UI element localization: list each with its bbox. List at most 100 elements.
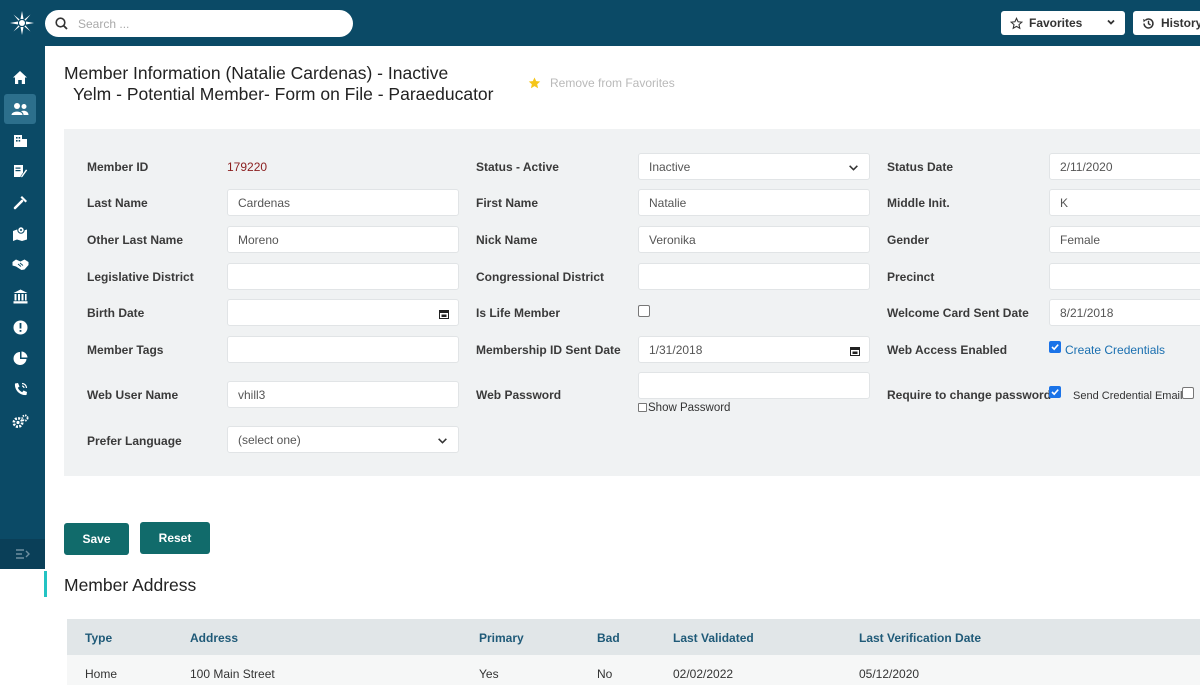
status-select[interactable]: Inactive xyxy=(638,153,870,180)
legislative-district-label: Legislative District xyxy=(87,270,194,284)
search-box[interactable] xyxy=(45,10,353,37)
show-password-label: Show Password xyxy=(648,402,731,414)
page-title: Member Information (Natalie Cardenas) - … xyxy=(64,63,494,105)
members-icon[interactable] xyxy=(4,94,36,124)
cell-type: Home xyxy=(85,667,118,681)
favorites-label: Favorites xyxy=(1029,16,1083,30)
favorites-button[interactable]: Favorites xyxy=(1001,11,1125,35)
create-credentials-link[interactable]: Create Credentials xyxy=(1065,343,1165,357)
cell-address: 100 Main Street xyxy=(190,667,275,681)
column-header-primary[interactable]: Primary xyxy=(479,631,524,645)
membership-id-sent-date-value: 1/31/2018 xyxy=(649,342,703,357)
chevron-down-icon xyxy=(438,438,447,444)
search-icon xyxy=(55,17,68,30)
status-date-field[interactable]: 2/11/2020 xyxy=(1049,153,1200,180)
section-accent-bar xyxy=(44,571,47,597)
building-icon[interactable] xyxy=(4,125,36,155)
last-name-field[interactable]: Cardenas xyxy=(227,189,459,216)
nick-name-label: Nick Name xyxy=(476,233,538,247)
page-title-line2: Yelm - Potential Member- Form on File - … xyxy=(73,84,494,104)
chevron-down-icon xyxy=(849,165,858,171)
alert-icon[interactable] xyxy=(4,312,36,342)
calendar-icon[interactable] xyxy=(850,346,860,356)
membership-id-sent-label: Membership ID Sent Date xyxy=(476,343,621,357)
handshake-icon[interactable] xyxy=(4,249,36,279)
settings-icon[interactable] xyxy=(4,406,36,436)
require-change-checkbox[interactable] xyxy=(1049,386,1061,398)
show-password-checkbox[interactable] xyxy=(638,403,647,412)
congressional-district-label: Congressional District xyxy=(476,270,605,284)
history-button[interactable]: History xyxy=(1133,11,1200,35)
app-logo-icon[interactable] xyxy=(8,9,36,37)
last-name-label: Last Name xyxy=(87,196,148,210)
prefer-language-label: Prefer Language xyxy=(87,434,182,448)
remove-favorites-label: Remove from Favorites xyxy=(550,76,675,90)
web-user-name-field[interactable]: vhill3 xyxy=(227,381,459,408)
first-name-field[interactable]: Natalie xyxy=(638,189,870,216)
save-button[interactable]: Save xyxy=(64,523,129,555)
membership-id-sent-date-field[interactable]: 1/31/2018 xyxy=(638,336,870,363)
star-outline-icon xyxy=(1010,16,1023,29)
history-icon xyxy=(1143,17,1154,29)
bank-icon[interactable] xyxy=(4,281,36,311)
column-header-last-validated[interactable]: Last Validated xyxy=(673,631,754,645)
congressional-district-field[interactable] xyxy=(638,263,870,290)
member-id-label: Member ID xyxy=(87,160,149,174)
member-id-value: 179220 xyxy=(227,160,268,174)
checkmark-icon xyxy=(1051,344,1059,351)
prefer-language-select[interactable]: (select one) xyxy=(227,426,459,453)
precinct-field[interactable] xyxy=(1049,263,1200,290)
web-user-name-value: vhill3 xyxy=(238,387,266,402)
status-date-value: 2/11/2020 xyxy=(1060,159,1113,174)
member-tags-field[interactable] xyxy=(227,336,459,363)
middle-init-label: Middle Init. xyxy=(887,196,950,210)
status-date-label: Status Date xyxy=(887,160,954,174)
column-header-bad[interactable]: Bad xyxy=(597,631,620,645)
search-input[interactable] xyxy=(76,15,316,32)
birth-date-field[interactable] xyxy=(227,299,459,326)
column-header-address[interactable]: Address xyxy=(190,631,238,645)
web-user-name-label: Web User Name xyxy=(87,388,179,402)
web-password-field[interactable] xyxy=(638,372,870,399)
column-header-last-verification-date[interactable]: Last Verification Date xyxy=(859,631,981,645)
other-last-name-value: Moreno xyxy=(238,232,279,247)
cell-last-verification-date: 05/12/2020 xyxy=(859,667,920,681)
map-icon[interactable] xyxy=(4,218,36,248)
page-title-line1: Member Information (Natalie Cardenas) - … xyxy=(64,63,449,83)
tools-icon[interactable] xyxy=(4,187,36,217)
welcome-card-date-field[interactable]: 8/21/2018 xyxy=(1049,299,1200,326)
edit-document-icon[interactable] xyxy=(4,156,36,186)
remove-from-favorites-link[interactable]: Remove from Favorites xyxy=(527,76,675,90)
calendar-icon[interactable] xyxy=(439,309,449,319)
precinct-label: Precinct xyxy=(887,270,935,284)
nick-name-field[interactable]: Veronika xyxy=(638,226,870,253)
gender-field[interactable]: Female xyxy=(1049,226,1200,253)
other-last-name-label: Other Last Name xyxy=(87,233,184,247)
collapse-menu-icon[interactable] xyxy=(0,539,45,569)
web-access-checkbox[interactable] xyxy=(1049,341,1061,353)
member-address-title: Member Address xyxy=(64,575,197,595)
table-row[interactable]: Home 100 Main Street Yes No 02/02/2022 0… xyxy=(67,655,1200,685)
home-icon[interactable] xyxy=(4,62,36,92)
chevron-down-icon xyxy=(1107,19,1115,25)
member-form-panel: Member ID 179220 Last Name Cardenas Othe… xyxy=(64,129,1200,476)
other-last-name-field[interactable]: Moreno xyxy=(227,226,459,253)
middle-init-value: K xyxy=(1060,195,1069,210)
middle-init-field[interactable]: K xyxy=(1049,189,1200,216)
pie-chart-icon[interactable] xyxy=(4,343,36,373)
prefer-language-value: (select one) xyxy=(238,432,301,447)
welcome-card-date-value: 8/21/2018 xyxy=(1060,305,1114,320)
reset-button[interactable]: Reset xyxy=(140,522,210,554)
is-life-member-checkbox[interactable] xyxy=(638,305,650,317)
legislative-district-field[interactable] xyxy=(227,263,459,290)
web-access-label: Web Access Enabled xyxy=(887,343,1008,357)
column-header-type[interactable]: Type xyxy=(85,631,112,645)
first-name-value: Natalie xyxy=(649,195,687,210)
top-bar: Favorites History xyxy=(0,0,1200,46)
nick-name-value: Veronika xyxy=(649,232,696,247)
send-credential-email-checkbox[interactable] xyxy=(1182,387,1194,399)
first-name-label: First Name xyxy=(476,196,539,210)
phone-icon[interactable] xyxy=(4,374,36,404)
web-password-label: Web Password xyxy=(476,388,562,402)
last-name-value: Cardenas xyxy=(238,195,291,210)
